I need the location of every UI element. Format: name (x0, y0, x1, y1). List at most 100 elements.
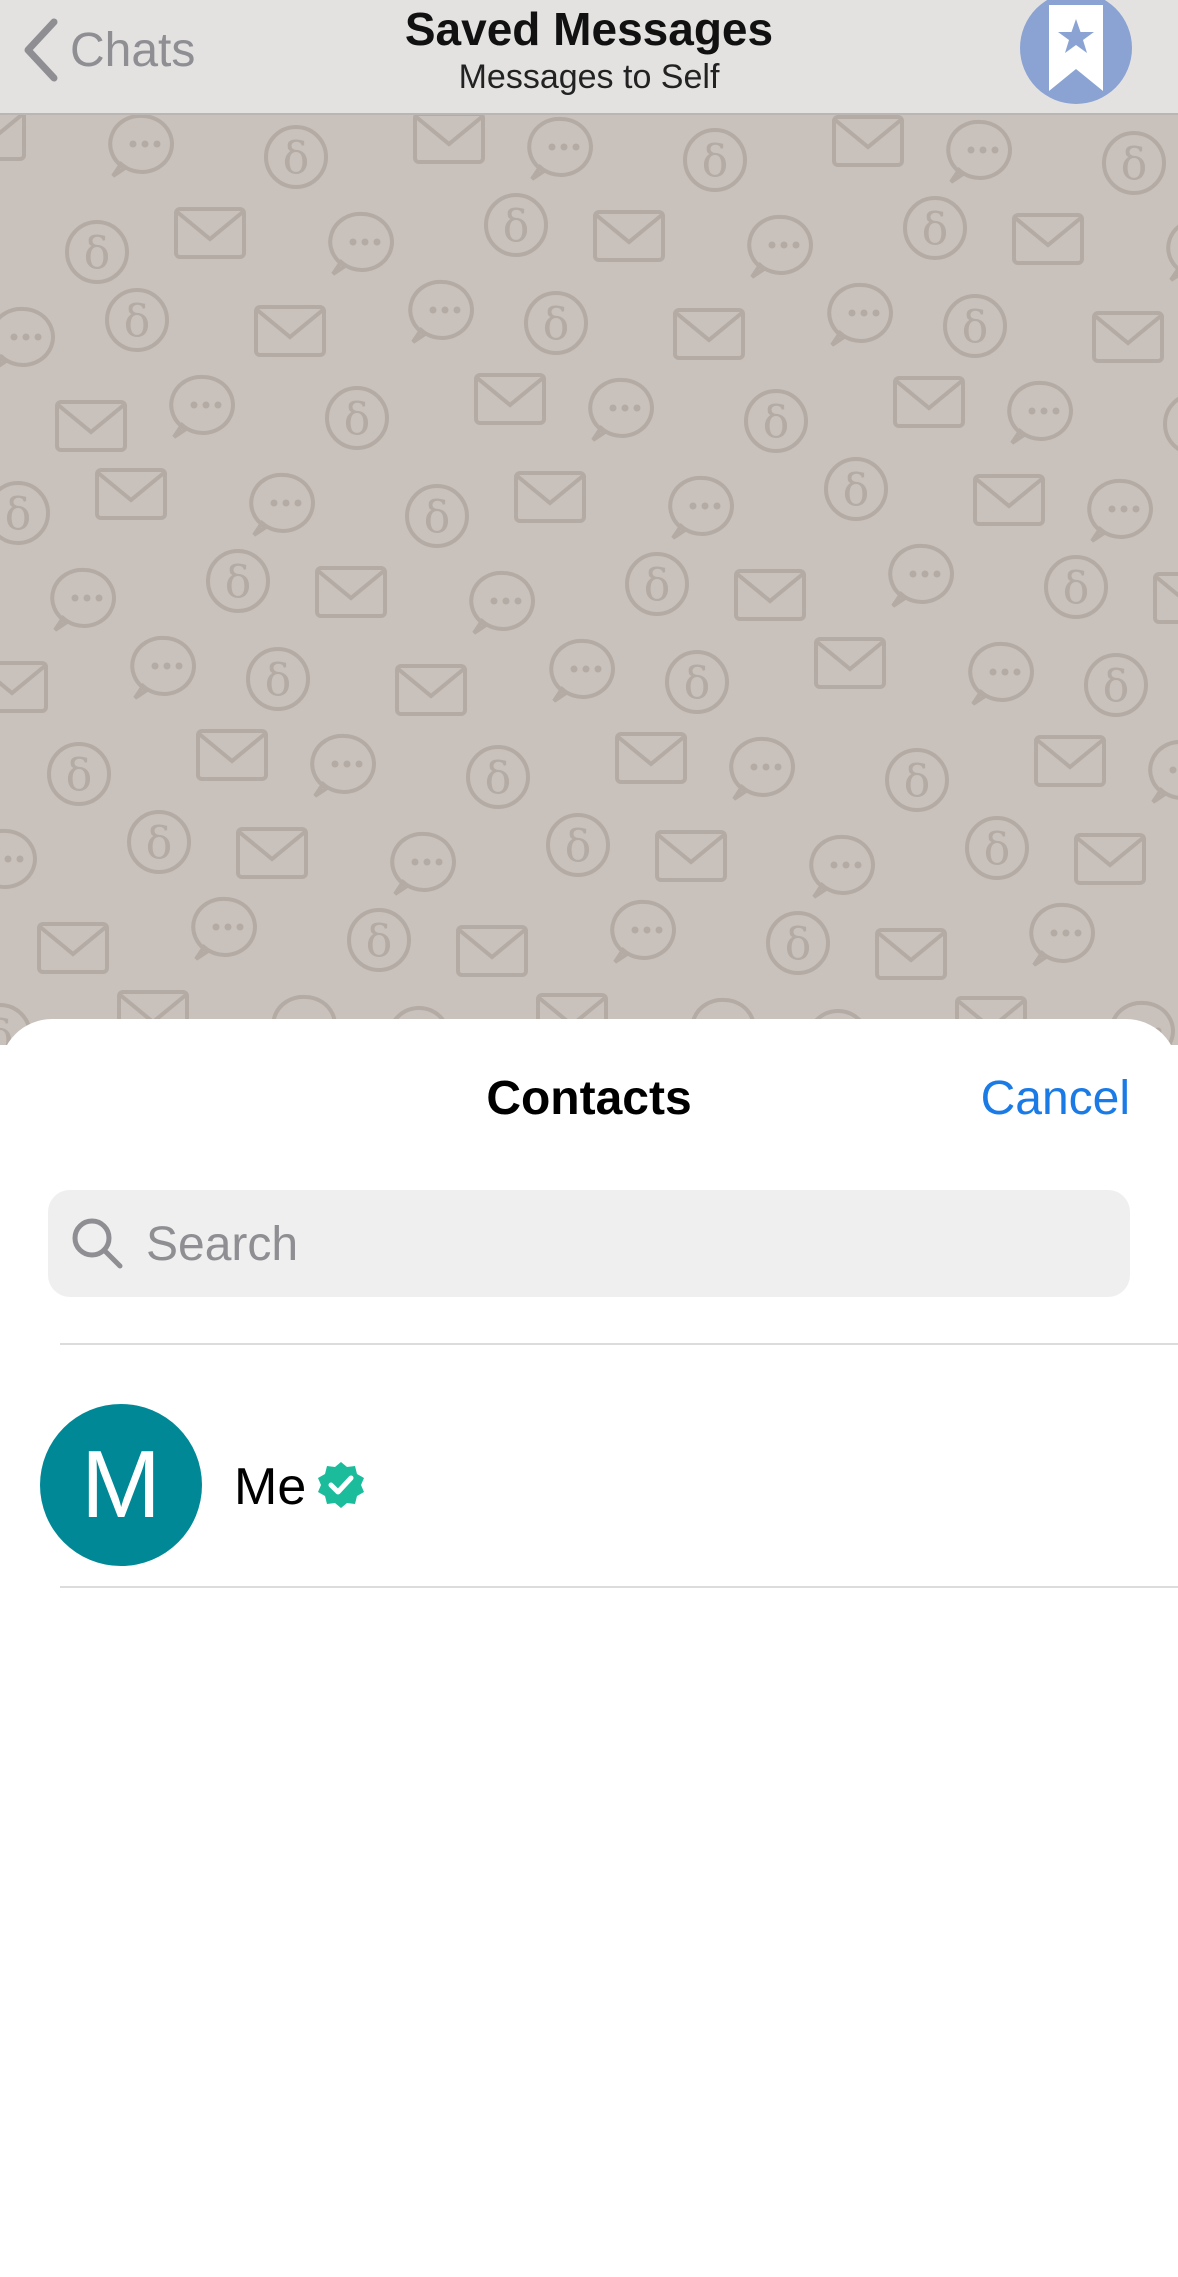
wallpaper-glyph: δ (347, 908, 411, 972)
svg-text:δ: δ (225, 557, 252, 608)
wallpaper-glyph (1087, 478, 1153, 543)
wallpaper-glyph (1166, 224, 1178, 282)
wallpaper-glyph: δ (903, 196, 967, 260)
search-input[interactable] (144, 1190, 1108, 1299)
wallpaper-glyph (474, 373, 546, 425)
svg-text:δ: δ (1063, 563, 1090, 614)
wallpaper-glyph (310, 733, 376, 798)
wallpaper-glyph: δ (943, 294, 1007, 358)
wallpaper-glyph (50, 567, 116, 632)
wallpaper-glyph (729, 736, 795, 801)
wallpaper-glyph (469, 570, 535, 635)
svg-text:δ: δ (962, 302, 989, 353)
svg-text:δ: δ (5, 489, 32, 540)
wallpaper-glyph (893, 376, 965, 428)
wallpaper-glyph: δ (965, 816, 1029, 880)
svg-text:δ: δ (66, 750, 93, 801)
wallpaper-glyph (673, 308, 745, 360)
chat-title[interactable]: Saved Messages (0, 2, 1178, 56)
svg-text:δ: δ (366, 916, 393, 967)
wallpaper-glyph (37, 922, 109, 974)
wallpaper-glyph: δ (824, 457, 888, 521)
contact-row[interactable]: M Me (0, 1345, 1178, 1586)
wallpaper-glyph: δ (206, 549, 270, 613)
wallpaper-glyph: δ (1163, 396, 1178, 452)
contacts-sheet: Contacts Cancel M Me (0, 1019, 1178, 2277)
wallpaper-glyph (610, 899, 676, 964)
svg-text:δ: δ (344, 394, 371, 445)
wallpaper-glyph (108, 115, 174, 178)
svg-text:δ: δ (503, 201, 530, 252)
search-bar[interactable] (48, 1190, 1130, 1299)
wallpaper-glyph (413, 115, 485, 164)
wallpaper-glyph (0, 306, 55, 368)
contact-name: Me (234, 1458, 307, 1516)
divider (60, 1586, 1178, 1588)
svg-text:δ: δ (644, 560, 671, 611)
wallpaper-glyph (514, 471, 586, 523)
wallpaper-glyph (1007, 380, 1073, 445)
svg-text:δ: δ (904, 756, 931, 807)
wallpaper-glyph (615, 732, 687, 784)
navigation-bar: Chats Saved Messages Messages to Self (0, 0, 1178, 115)
wallpaper-glyph (1074, 833, 1146, 885)
wallpaper-glyph: δ (47, 742, 111, 806)
wallpaper-glyph (888, 543, 954, 608)
wallpaper-glyph (169, 374, 235, 439)
svg-text:δ: δ (785, 919, 812, 970)
wallpaper-glyph: δ (1084, 653, 1148, 717)
wallpaper-glyph (1034, 735, 1106, 787)
wallpaper-glyph: δ (744, 389, 808, 453)
svg-text:δ: δ (146, 818, 173, 869)
chat-subtitle: Messages to Self (458, 58, 720, 96)
cancel-button[interactable]: Cancel (981, 1071, 1130, 1126)
wallpaper-glyph: δ (127, 810, 191, 874)
wallpaper-glyph (1153, 572, 1178, 624)
chat-background: δδδδδδδδδδδδδδδδδδδδδδδδδδδδδδδδδ (0, 115, 1178, 1045)
svg-text:δ: δ (84, 228, 111, 279)
svg-text:δ: δ (684, 658, 711, 709)
svg-text:δ: δ (984, 824, 1011, 875)
wallpaper-glyph: δ (65, 220, 129, 284)
svg-text:δ: δ (763, 397, 790, 448)
wallpaper-glyph (130, 635, 196, 700)
wallpaper-glyph (0, 661, 48, 713)
wallpaper-glyph (395, 664, 467, 716)
wallpaper-glyph (1029, 902, 1095, 967)
wallpaper-glyph: δ (766, 911, 830, 975)
wallpaper-glyph (254, 305, 326, 357)
wallpaper-glyph: δ (683, 128, 747, 192)
wallpaper-glyph: δ (264, 125, 328, 189)
wallpaper-glyph (1012, 213, 1084, 265)
wallpaper-glyph (968, 641, 1034, 706)
bookmark-star-icon (1049, 5, 1103, 91)
svg-text:δ: δ (485, 753, 512, 804)
wallpaper-glyph (814, 637, 886, 689)
wallpaper-glyph (174, 207, 246, 259)
wallpaper-glyph: δ (246, 647, 310, 711)
wallpaper-glyph (0, 828, 37, 889)
svg-text:δ: δ (1121, 139, 1148, 190)
wallpaper-glyph (832, 115, 904, 167)
svg-text:δ: δ (265, 655, 292, 706)
wallpaper-glyph: δ (325, 386, 389, 450)
wallpaper-glyph (875, 928, 947, 980)
wallpaper-glyph: δ (1102, 131, 1166, 195)
svg-text:δ: δ (922, 204, 949, 255)
svg-text:δ: δ (543, 299, 570, 350)
wallpaper-glyph (196, 729, 268, 781)
wallpaper-glyph (593, 210, 665, 262)
wallpaper-glyph (668, 475, 734, 540)
wallpaper-glyph (1148, 739, 1178, 804)
wallpaper-glyph: δ (466, 745, 530, 809)
wallpaper-glyph (0, 115, 26, 161)
svg-text:δ: δ (702, 136, 729, 187)
wallpaper-glyph: δ (105, 288, 169, 352)
wallpaper-glyph (456, 925, 528, 977)
wallpaper-glyph (249, 472, 315, 537)
wallpaper-glyph (1092, 311, 1164, 363)
wallpaper-glyph (747, 214, 813, 279)
wallpaper-glyph: δ (405, 484, 469, 548)
wallpaper-glyph (827, 282, 893, 347)
wallpaper-glyph (95, 468, 167, 520)
